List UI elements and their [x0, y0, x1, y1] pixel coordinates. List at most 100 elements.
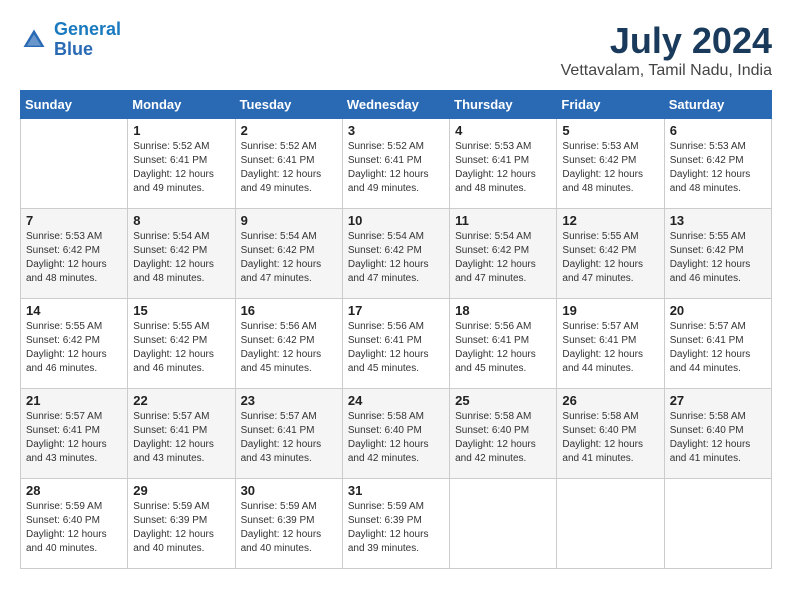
cell-info: Sunrise: 5:57 AM Sunset: 6:41 PM Dayligh… — [241, 410, 337, 466]
calendar-cell: 23 Sunrise: 5:57 AM Sunset: 6:41 PM Dayli… — [235, 389, 342, 479]
calendar-cell: 16 Sunrise: 5:56 AM Sunset: 6:42 PM Dayli… — [235, 299, 342, 389]
location-title: Vettavalam, Tamil Nadu, India — [561, 62, 772, 80]
cell-info: Sunrise: 5:54 AM Sunset: 6:42 PM Dayligh… — [133, 230, 229, 286]
day-number: 14 — [26, 303, 122, 318]
calendar-cell: 12 Sunrise: 5:55 AM Sunset: 6:42 PM Dayli… — [557, 209, 664, 299]
cell-info: Sunrise: 5:54 AM Sunset: 6:42 PM Dayligh… — [348, 230, 444, 286]
header-thursday: Thursday — [450, 91, 557, 119]
cell-info: Sunrise: 5:53 AM Sunset: 6:42 PM Dayligh… — [562, 140, 658, 196]
cell-info: Sunrise: 5:54 AM Sunset: 6:42 PM Dayligh… — [241, 230, 337, 286]
cell-info: Sunrise: 5:58 AM Sunset: 6:40 PM Dayligh… — [348, 410, 444, 466]
logo-icon — [20, 26, 48, 54]
calendar-cell — [557, 479, 664, 569]
calendar-week-row: 28 Sunrise: 5:59 AM Sunset: 6:40 PM Dayli… — [21, 479, 772, 569]
day-number: 29 — [133, 483, 229, 498]
day-number: 26 — [562, 393, 658, 408]
day-number: 31 — [348, 483, 444, 498]
day-number: 8 — [133, 213, 229, 228]
cell-info: Sunrise: 5:55 AM Sunset: 6:42 PM Dayligh… — [562, 230, 658, 286]
calendar-week-row: 7Sunrise: 5:53 AM Sunset: 6:42 PM Daylig… — [21, 209, 772, 299]
calendar-table: SundayMondayTuesdayWednesdayThursdayFrid… — [20, 90, 772, 569]
cell-info: Sunrise: 5:54 AM Sunset: 6:42 PM Dayligh… — [455, 230, 551, 286]
cell-info: Sunrise: 5:53 AM Sunset: 6:42 PM Dayligh… — [670, 140, 766, 196]
day-number: 1 — [133, 123, 229, 138]
cell-info: Sunrise: 5:55 AM Sunset: 6:42 PM Dayligh… — [133, 320, 229, 376]
calendar-cell — [450, 479, 557, 569]
day-number: 10 — [348, 213, 444, 228]
cell-info: Sunrise: 5:52 AM Sunset: 6:41 PM Dayligh… — [348, 140, 444, 196]
header-friday: Friday — [557, 91, 664, 119]
day-number: 21 — [26, 393, 122, 408]
cell-info: Sunrise: 5:52 AM Sunset: 6:41 PM Dayligh… — [241, 140, 337, 196]
calendar-cell: 6Sunrise: 5:53 AM Sunset: 6:42 PM Daylig… — [664, 119, 771, 209]
day-number: 25 — [455, 393, 551, 408]
calendar-cell: 22Sunrise: 5:57 AM Sunset: 6:41 PM Dayli… — [128, 389, 235, 479]
calendar-cell — [21, 119, 128, 209]
day-number: 20 — [670, 303, 766, 318]
calendar-cell: 2Sunrise: 5:52 AM Sunset: 6:41 PM Daylig… — [235, 119, 342, 209]
cell-info: Sunrise: 5:59 AM Sunset: 6:39 PM Dayligh… — [348, 500, 444, 556]
calendar-cell: 17 Sunrise: 5:56 AM Sunset: 6:41 PM Dayli… — [342, 299, 449, 389]
day-number: 17 — [348, 303, 444, 318]
calendar-cell: 28 Sunrise: 5:59 AM Sunset: 6:40 PM Dayli… — [21, 479, 128, 569]
day-number: 9 — [241, 213, 337, 228]
calendar-week-row: 14 Sunrise: 5:55 AM Sunset: 6:42 PM Dayli… — [21, 299, 772, 389]
calendar-cell: 10 Sunrise: 5:54 AM Sunset: 6:42 PM Dayli… — [342, 209, 449, 299]
calendar-cell: 20Sunrise: 5:57 AM Sunset: 6:41 PM Dayli… — [664, 299, 771, 389]
calendar-cell: 4 Sunrise: 5:53 AM Sunset: 6:41 PM Daylig… — [450, 119, 557, 209]
calendar-cell: 18 Sunrise: 5:56 AM Sunset: 6:41 PM Dayli… — [450, 299, 557, 389]
calendar-cell: 13Sunrise: 5:55 AM Sunset: 6:42 PM Dayli… — [664, 209, 771, 299]
calendar-cell: 15Sunrise: 5:55 AM Sunset: 6:42 PM Dayli… — [128, 299, 235, 389]
day-number: 4 — [455, 123, 551, 138]
cell-info: Sunrise: 5:58 AM Sunset: 6:40 PM Dayligh… — [455, 410, 551, 466]
cell-info: Sunrise: 5:56 AM Sunset: 6:41 PM Dayligh… — [455, 320, 551, 376]
cell-info: Sunrise: 5:53 AM Sunset: 6:41 PM Dayligh… — [455, 140, 551, 196]
calendar-cell: 30 Sunrise: 5:59 AM Sunset: 6:39 PM Dayli… — [235, 479, 342, 569]
day-number: 12 — [562, 213, 658, 228]
month-title: July 2024 — [561, 20, 772, 62]
logo-text: General Blue — [54, 20, 121, 60]
cell-info: Sunrise: 5:57 AM Sunset: 6:41 PM Dayligh… — [133, 410, 229, 466]
calendar-cell: 25 Sunrise: 5:58 AM Sunset: 6:40 PM Dayli… — [450, 389, 557, 479]
header-sunday: Sunday — [21, 91, 128, 119]
day-number: 3 — [348, 123, 444, 138]
day-number: 30 — [241, 483, 337, 498]
title-area: July 2024 Vettavalam, Tamil Nadu, India — [561, 20, 772, 80]
day-number: 11 — [455, 213, 551, 228]
calendar-cell: 24Sunrise: 5:58 AM Sunset: 6:40 PM Dayli… — [342, 389, 449, 479]
calendar-cell: 14 Sunrise: 5:55 AM Sunset: 6:42 PM Dayli… — [21, 299, 128, 389]
calendar-cell: 21 Sunrise: 5:57 AM Sunset: 6:41 PM Dayli… — [21, 389, 128, 479]
cell-info: Sunrise: 5:52 AM Sunset: 6:41 PM Dayligh… — [133, 140, 229, 196]
header-wednesday: Wednesday — [342, 91, 449, 119]
cell-info: Sunrise: 5:57 AM Sunset: 6:41 PM Dayligh… — [26, 410, 122, 466]
calendar-cell: 26Sunrise: 5:58 AM Sunset: 6:40 PM Dayli… — [557, 389, 664, 479]
cell-info: Sunrise: 5:57 AM Sunset: 6:41 PM Dayligh… — [562, 320, 658, 376]
logo: General Blue — [20, 20, 121, 60]
cell-info: Sunrise: 5:55 AM Sunset: 6:42 PM Dayligh… — [26, 320, 122, 376]
day-number: 5 — [562, 123, 658, 138]
cell-info: Sunrise: 5:56 AM Sunset: 6:42 PM Dayligh… — [241, 320, 337, 376]
calendar-week-row: 1 Sunrise: 5:52 AM Sunset: 6:41 PM Daylig… — [21, 119, 772, 209]
logo-line2: Blue — [54, 39, 93, 59]
calendar-cell: 8 Sunrise: 5:54 AM Sunset: 6:42 PM Daylig… — [128, 209, 235, 299]
cell-info: Sunrise: 5:56 AM Sunset: 6:41 PM Dayligh… — [348, 320, 444, 376]
page-header: General Blue July 2024 Vettavalam, Tamil… — [20, 20, 772, 80]
day-number: 28 — [26, 483, 122, 498]
calendar-cell: 3 Sunrise: 5:52 AM Sunset: 6:41 PM Daylig… — [342, 119, 449, 209]
calendar-cell: 27 Sunrise: 5:58 AM Sunset: 6:40 PM Dayli… — [664, 389, 771, 479]
calendar-cell: 1 Sunrise: 5:52 AM Sunset: 6:41 PM Daylig… — [128, 119, 235, 209]
calendar-cell: 7Sunrise: 5:53 AM Sunset: 6:42 PM Daylig… — [21, 209, 128, 299]
calendar-cell: 31 Sunrise: 5:59 AM Sunset: 6:39 PM Dayli… — [342, 479, 449, 569]
cell-info: Sunrise: 5:53 AM Sunset: 6:42 PM Dayligh… — [26, 230, 122, 286]
cell-info: Sunrise: 5:59 AM Sunset: 6:40 PM Dayligh… — [26, 500, 122, 556]
cell-info: Sunrise: 5:59 AM Sunset: 6:39 PM Dayligh… — [241, 500, 337, 556]
day-number: 27 — [670, 393, 766, 408]
cell-info: Sunrise: 5:55 AM Sunset: 6:42 PM Dayligh… — [670, 230, 766, 286]
day-number: 23 — [241, 393, 337, 408]
day-number: 16 — [241, 303, 337, 318]
logo-line1: General — [54, 19, 121, 39]
day-number: 18 — [455, 303, 551, 318]
cell-info: Sunrise: 5:58 AM Sunset: 6:40 PM Dayligh… — [670, 410, 766, 466]
header-tuesday: Tuesday — [235, 91, 342, 119]
calendar-cell — [664, 479, 771, 569]
